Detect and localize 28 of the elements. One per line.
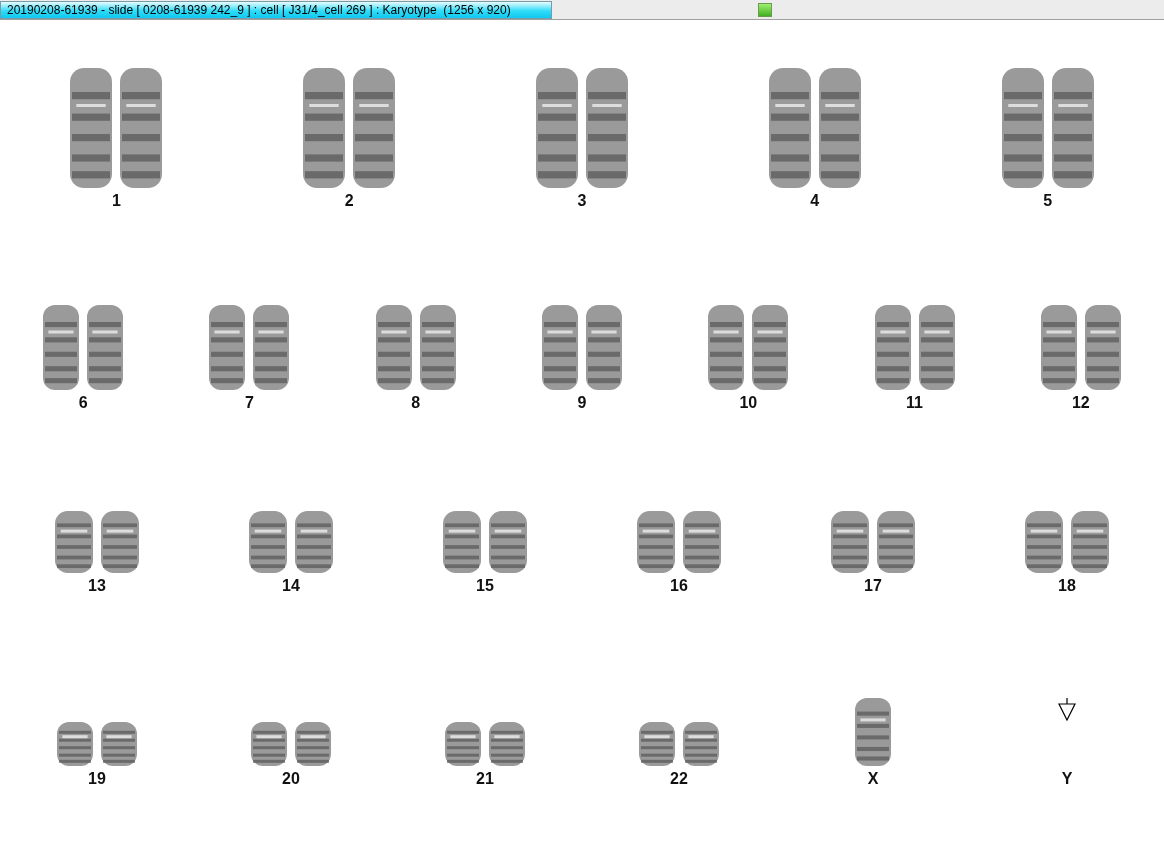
chromosome-number: 19 (88, 770, 106, 788)
chromosome-number: 15 (476, 577, 494, 595)
chromosome-number: 6 (78, 394, 88, 412)
chromosome-number: 16 (670, 577, 688, 595)
chromosome-number: 7 (244, 394, 254, 412)
chromosome-number: 3 (577, 192, 587, 210)
chromosome-number: 17 (864, 577, 882, 595)
chromosome-number: 20 (282, 770, 300, 788)
chromosome-number: 5 (1043, 192, 1053, 210)
triangle-marker-icon (1058, 698, 1076, 721)
window-title: 20190208-61939 - slide [ 0208-61939 242_9 ] : cell [ J31/4_cell 269 ] : Karyotype (1256 x 920) (0, 0, 552, 19)
chromosome-number: 1 (111, 192, 121, 210)
chromosome-number: 10 (739, 394, 758, 412)
chromosome-number: X (867, 770, 879, 788)
chromosome-number: 13 (88, 577, 106, 595)
chromosome-number: 12 (1071, 394, 1090, 412)
chromosome-number: 9 (577, 394, 587, 412)
chromosome-number: 8 (411, 394, 421, 412)
chromosome-drawing (855, 698, 891, 766)
chromosome-number: Y (1061, 770, 1073, 788)
chromosome-number: 22 (670, 770, 688, 788)
chromosome-number: 4 (810, 192, 820, 210)
chromosome-number: 11 (906, 394, 923, 412)
chromosome-number: 21 (476, 770, 494, 788)
chromosome-number: 18 (1058, 577, 1076, 595)
status-indicator-icon (758, 2, 772, 17)
chromosome-number: 14 (282, 577, 300, 595)
chromosome-number: 2 (344, 192, 354, 210)
